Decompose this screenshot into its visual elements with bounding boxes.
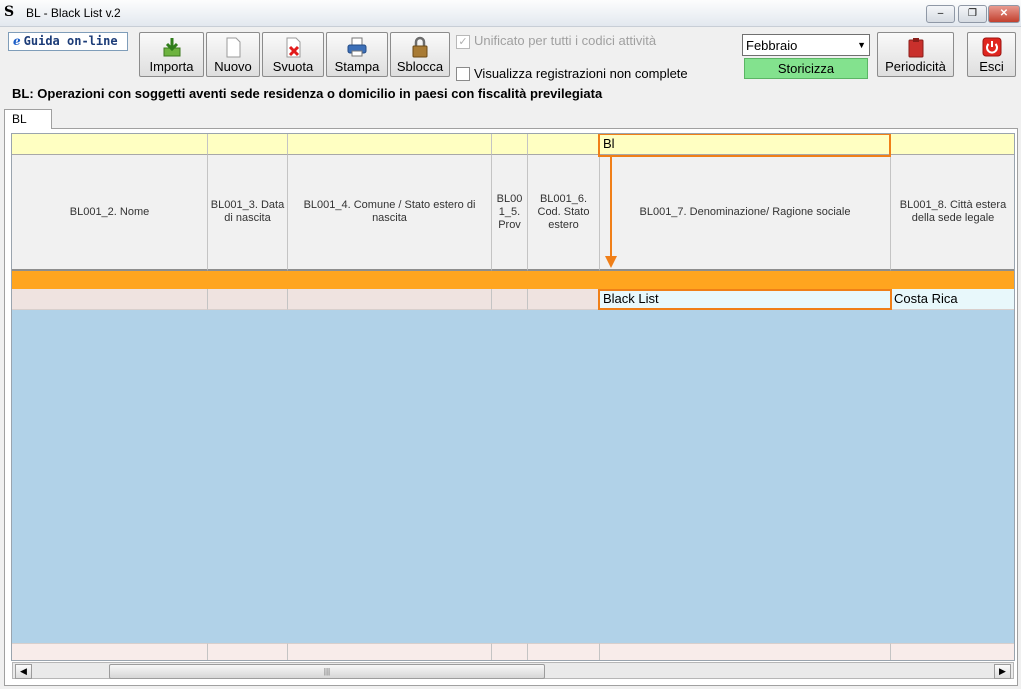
filter-cell-prov[interactable] [492,134,528,155]
table-cell[interactable] [528,289,600,310]
svuota-label: Svuota [272,59,314,74]
importa-label: Importa [149,59,194,74]
table-cell[interactable] [12,289,208,310]
import-icon [163,38,180,57]
filter-cell-nome[interactable] [12,134,208,155]
window-title: BL - Black List v.2 [26,6,121,20]
svuota-button[interactable]: Svuota [262,32,324,77]
unificato-label: Unificato per tutti i codici attività [474,33,657,48]
table-cell[interactable] [492,289,528,310]
printer-icon [347,37,367,57]
clear-document-icon [286,37,301,58]
new-document-icon [226,37,241,58]
app-icon: S [4,4,15,20]
nuovo-label: Nuovo [214,59,252,74]
chevron-down-icon: ▼ [857,40,866,50]
tab-bl[interactable]: BL [4,109,52,129]
calendar-icon [908,38,923,58]
nuovo-button[interactable]: Nuovo [206,32,260,77]
ie-icon: e [13,34,21,48]
esci-label: Esci [979,59,1004,74]
close-button[interactable]: ✕ [988,5,1020,23]
padlock-icon [412,36,428,58]
stampa-button[interactable]: Stampa [326,32,388,77]
footer-cell [492,643,528,660]
table-cell[interactable] [208,289,288,310]
restore-button[interactable]: ❐ [958,5,987,23]
header-prov[interactable]: BL00 1_5. Prov [492,155,528,271]
footer-cell [12,643,208,660]
horizontal-scrollbar[interactable]: ◀ ||| ▶ [12,662,1014,679]
filter-cell-data-nascita[interactable] [208,134,288,155]
visualizza-label: Visualizza registrazioni non complete [474,66,688,81]
header-denominazione[interactable]: BL001_7. Denominazione/ Ragione sociale [600,155,891,271]
sblocca-button[interactable]: Sblocca [390,32,450,77]
filter-cell-citta[interactable] [891,134,1014,155]
page-title: BL: Operazioni con soggetti aventi sede … [12,86,603,101]
guida-online-button[interactable]: e Guida on-line [8,32,128,51]
visualizza-checkbox[interactable] [456,67,470,81]
footer-cell [208,643,288,660]
month-select-value: Febbraio [746,38,798,53]
footer-cell [528,643,600,660]
scroll-right-icon[interactable]: ▶ [994,664,1011,679]
highlight-result-box [598,289,892,310]
highlight-filter-box [598,134,891,157]
arrow-down-icon [605,156,617,268]
stampa-label: Stampa [334,59,380,74]
header-citta[interactable]: BL001_8. Città estera della sede legale [891,155,1014,271]
filter-cell-comune[interactable] [288,134,492,155]
periodicita-label: Periodicità [885,59,946,74]
scroll-thumb[interactable]: ||| [109,664,545,679]
unificato-checkbox[interactable]: ✓ [456,35,470,49]
scroll-left-icon[interactable]: ◀ [15,664,32,679]
guida-online-label: Guida on-line [23,34,118,48]
data-grid: Bl BL001_2. Nome BL001_3. Data di nascit… [11,133,1015,661]
minimize-button[interactable]: ‒ [926,5,955,23]
header-comune[interactable]: BL001_4. Comune / Stato estero di nascit… [288,155,492,271]
power-icon [982,37,1001,57]
footer-cell [891,643,1014,660]
title-bar [0,0,1021,27]
footer-cell [288,643,492,660]
month-select[interactable]: Febbraio ▼ [742,34,870,56]
importa-button[interactable]: Importa [139,32,204,77]
table-cell[interactable] [288,289,492,310]
storicizza-button[interactable]: Storicizza [744,58,868,79]
filter-cell-cod-stato[interactable] [528,134,600,155]
esci-button[interactable]: Esci [967,32,1016,77]
row-cell-citta[interactable]: Costa Rica [891,289,1014,310]
sblocca-label: Sblocca [396,59,444,74]
header-cod-stato[interactable]: BL001_6. Cod. Stato estero [528,155,600,271]
periodicita-button[interactable]: Periodicità [877,32,954,77]
header-nome[interactable]: BL001_2. Nome [12,155,208,271]
header-data-nascita[interactable]: BL001_3. Data di nascita [208,155,288,271]
selection-band [12,271,1014,289]
footer-cell [600,643,891,660]
